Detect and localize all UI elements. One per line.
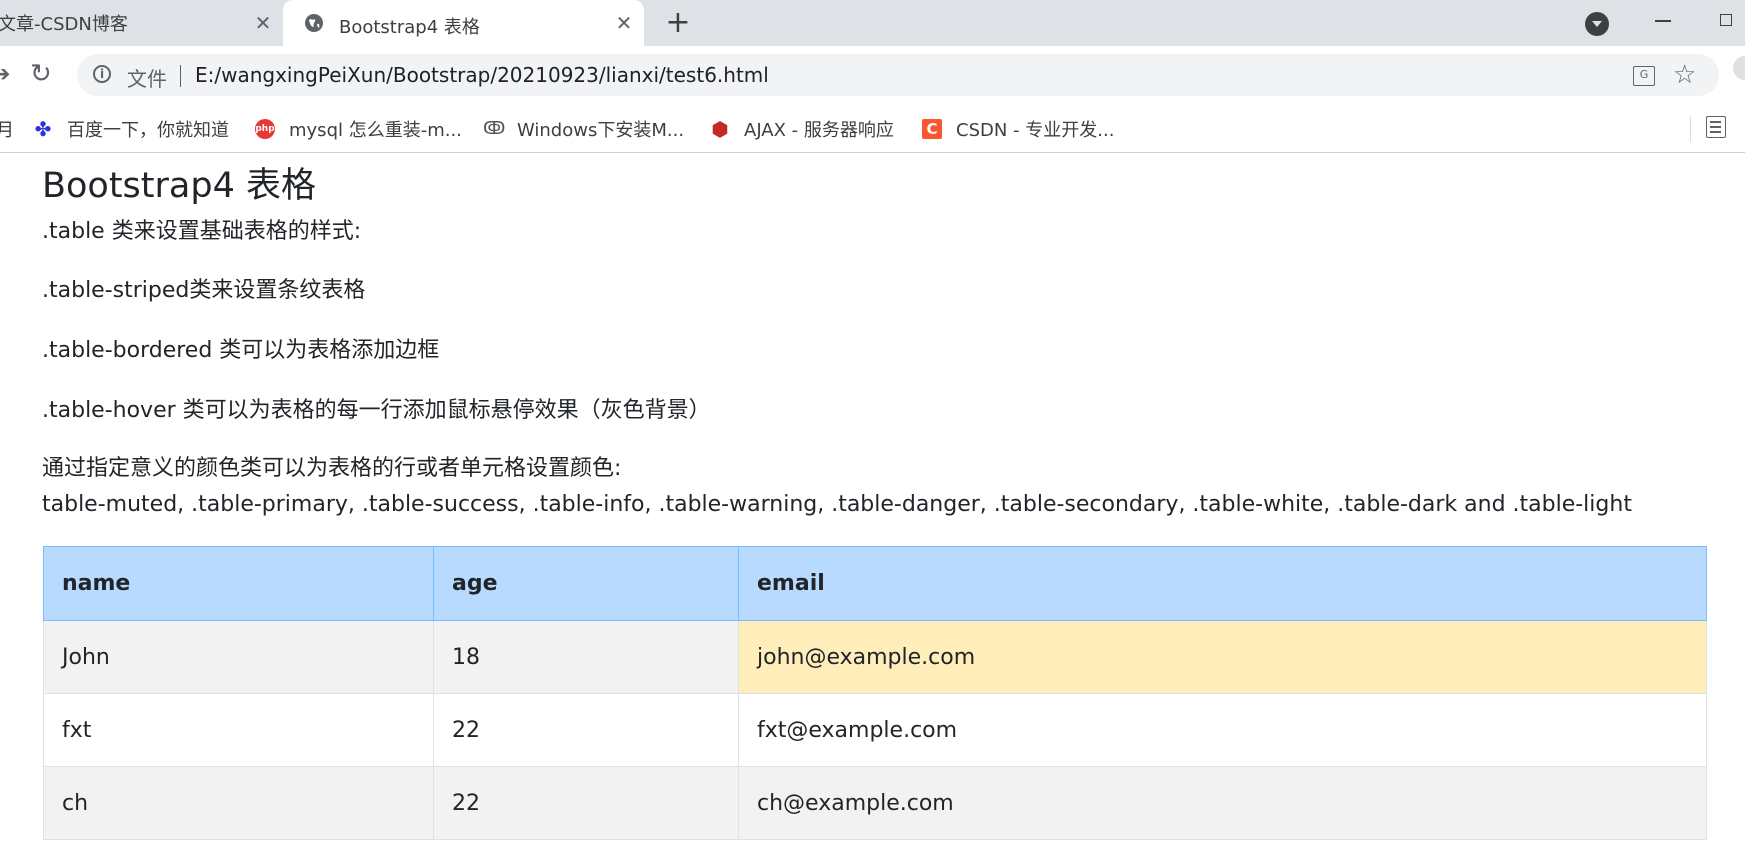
scheme-label: 文件 <box>127 67 167 91</box>
bookmark-csdn[interactable]: C CSDN - 专业开发... <box>922 114 1114 144</box>
tab-csdn[interactable]: 文章-CSDN博客 ✕ <box>0 0 283 46</box>
profile-avatar[interactable] <box>1733 56 1745 80</box>
tab-strip: 文章-CSDN博客 ✕ Bootstrap4 表格 ✕ + <box>0 0 1745 46</box>
bookmark-star-icon[interactable]: ☆ <box>1673 60 1696 90</box>
tab-search-icon[interactable] <box>1585 12 1609 36</box>
description-hover: .table-hover 类可以为表格的每一行添加鼠标悬停效果（灰色背景） <box>42 398 711 423</box>
cell-email: ch@example.com <box>738 766 1707 840</box>
column-header-age: age <box>433 546 739 621</box>
table-row: John 18 john@example.com <box>43 620 1707 694</box>
cell-name: fxt <box>43 693 434 767</box>
cell-name: ch <box>43 766 434 840</box>
data-table: name age email John 18 john@example.com … <box>43 546 1707 840</box>
toolbar: ➔ ↻ i 文件 E:/wangxingPeiXun/Bootstrap/202… <box>0 46 1745 106</box>
page-content: Bootstrap4 表格 .table 类来设置基础表格的样式: .table… <box>0 153 1745 864</box>
url-text[interactable]: E:/wangxingPeiXun/Bootstrap/20210923/lia… <box>195 63 769 87</box>
cell-age: 22 <box>433 766 739 840</box>
description-bordered: .table-bordered 类可以为表格添加边框 <box>42 338 440 363</box>
info-icon[interactable]: i <box>93 65 111 83</box>
bookmark-label: Windows下安装M... <box>517 120 685 141</box>
divider <box>180 65 181 87</box>
table-row: ch 22 ch@example.com <box>43 766 1707 840</box>
colors-intro: 通过指定意义的颜色类可以为表格的行或者单元格设置颜色: <box>42 456 622 481</box>
bookmark-label: 百度一下，你就知道 <box>67 120 229 141</box>
translate-icon[interactable]: G <box>1633 66 1655 86</box>
maximize-icon[interactable] <box>1720 14 1732 26</box>
divider <box>1690 116 1691 142</box>
minimize-icon[interactable] <box>1655 20 1671 22</box>
bookmark-label: mysql 怎么重装-m... <box>289 120 462 141</box>
table-row: fxt 22 fxt@example.com <box>43 693 1707 767</box>
php-icon: php <box>255 119 275 139</box>
bookmark-mysql[interactable]: php mysql 怎么重装-m... <box>255 114 462 144</box>
close-icon[interactable]: ✕ <box>252 12 274 34</box>
address-bar[interactable]: i 文件 E:/wangxingPeiXun/Bootstrap/2021092… <box>77 54 1719 96</box>
description-colors: 通过指定意义的颜色类可以为表格的行或者单元格设置颜色: table-muted,… <box>42 451 1632 523</box>
description-table: .table 类来设置基础表格的样式: <box>42 219 362 244</box>
bookmarks-bar: 月 ✤ 百度一下，你就知道 php mysql 怎么重装-m... ↂ Wind… <box>0 106 1745 153</box>
cell-email: john@example.com <box>738 620 1707 694</box>
tab-title: 文章-CSDN博客 <box>0 14 128 35</box>
column-header-email: email <box>738 546 1707 621</box>
bookmark-ajax[interactable]: ⬢ AJAX - 服务器响应 <box>710 114 894 144</box>
colors-list: table-muted, .table-primary, .table-succ… <box>42 492 1632 517</box>
description-striped: .table-striped类来设置条纹表格 <box>42 278 366 303</box>
close-icon[interactable]: ✕ <box>613 12 635 34</box>
bookmark-baidu[interactable]: ✤ 百度一下，你就知道 <box>33 114 229 144</box>
column-header-name: name <box>43 546 434 621</box>
tab-bootstrap4-table[interactable]: Bootstrap4 表格 ✕ <box>283 0 644 46</box>
csdn-icon: C <box>922 119 942 139</box>
bookmark-windows[interactable]: ↂ Windows下安装M... <box>483 114 684 144</box>
bookmark-label: AJAX - 服务器响应 <box>744 120 894 141</box>
reading-list-icon[interactable] <box>1706 116 1726 138</box>
reload-icon[interactable]: ↻ <box>30 59 52 89</box>
page-title: Bootstrap4 表格 <box>42 166 316 206</box>
table-header-row: name age email <box>43 546 1707 621</box>
ajax-icon: ⬢ <box>711 117 729 141</box>
new-tab-button[interactable]: + <box>664 8 692 38</box>
cell-age: 18 <box>433 620 739 694</box>
cell-age: 22 <box>433 693 739 767</box>
bookmark-item[interactable]: 月 <box>0 114 14 144</box>
cell-email: fxt@example.com <box>738 693 1707 767</box>
bookmark-label: 月 <box>0 120 14 141</box>
globe-icon <box>305 14 323 32</box>
forward-icon[interactable]: ➔ <box>0 62 10 87</box>
windows-icon: ↂ <box>483 118 506 139</box>
cell-name: John <box>43 620 434 694</box>
baidu-icon: ✤ <box>34 117 52 141</box>
tab-title: Bootstrap4 表格 <box>339 17 480 38</box>
bookmark-label: CSDN - 专业开发... <box>956 120 1115 141</box>
